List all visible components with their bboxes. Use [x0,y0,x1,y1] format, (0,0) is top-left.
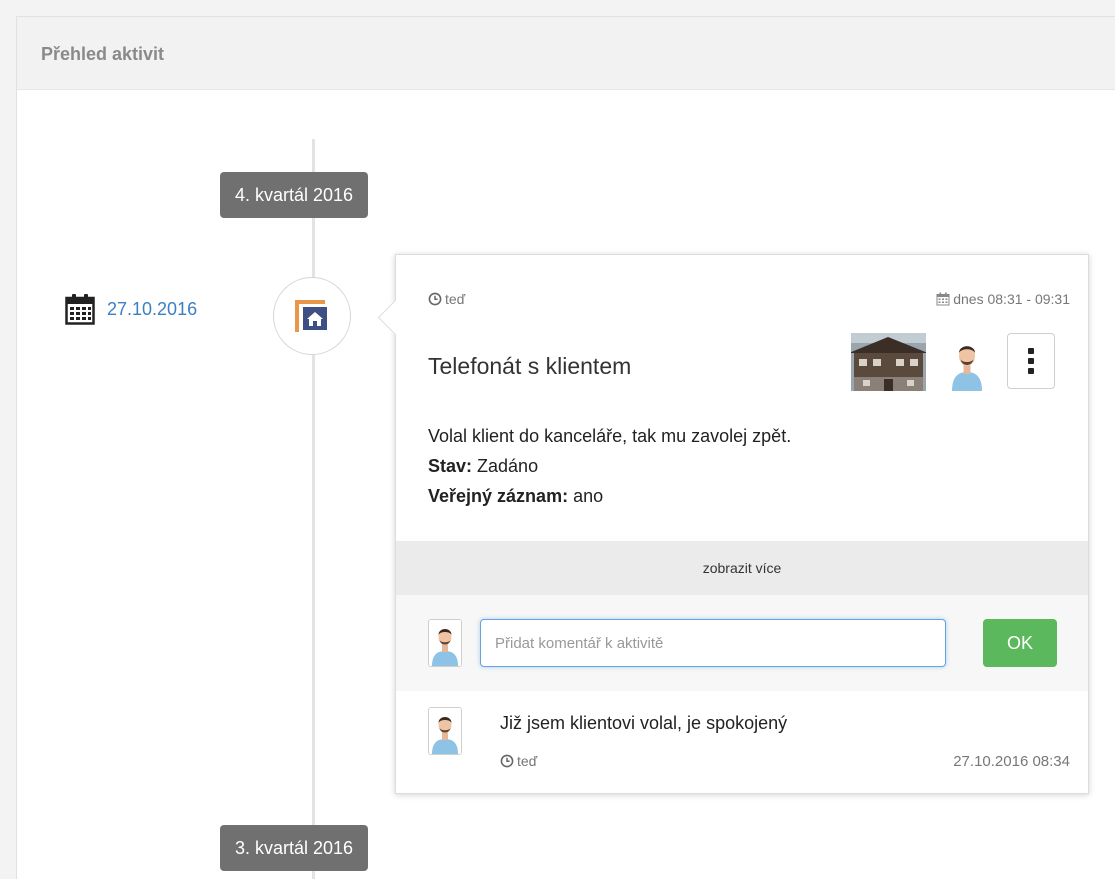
kebab-menu-icon [1028,348,1034,354]
clock-icon [500,754,514,768]
public-label: Veřejný záznam: [428,486,569,506]
status-line: Stav: Zadáno [428,451,791,481]
timeline-line [312,139,315,879]
schedule-meta: dnes 08:31 - 09:31 [936,291,1070,307]
public-value: ano [573,486,604,506]
status-value: Zadáno [477,456,539,476]
show-more-button[interactable]: zobrazit více [396,541,1088,595]
quarter-badge: 3. kvartál 2016 [220,825,369,871]
activity-menu-button[interactable] [1007,333,1055,389]
activity-panel: Přehled aktivit 4. kvartál 2016 27.10.20… [16,16,1115,879]
avatar [428,707,462,755]
property-thumbnail[interactable] [851,333,926,391]
calendar-icon [65,294,95,325]
user-avatar-icon [429,620,461,666]
public-line: Veřejný záznam: ano [428,481,791,511]
clock-icon [428,292,442,306]
activity-title: Telefonát s klientem [428,353,632,379]
panel-title: Přehled aktivit [41,44,165,64]
card-pointer [377,299,414,336]
agent-avatar[interactable] [949,335,985,391]
comment-datetime: 27.10.2016 08:34 [953,753,1070,770]
quarter-badge: 4. kvartál 2016 [220,172,369,218]
schedule-time: dnes 08:31 - 09:31 [953,291,1070,307]
calendar-icon [936,292,950,306]
activity-description: Volal klient do kanceláře, tak mu zavole… [428,426,792,446]
ok-button[interactable]: OK [983,619,1057,667]
avatar [428,619,462,667]
created-meta: teď [428,291,465,307]
house-activity-icon [295,300,327,332]
timeline-date: 27.10.2016 [65,293,197,325]
comment-text: Již jsem klientovi volal, je spokojený [500,713,788,733]
date-link[interactable]: 27.10.2016 [107,299,197,320]
comment-relative-time: teď [500,753,537,769]
user-avatar-icon [429,708,461,754]
comment-form: OK [396,595,1088,691]
comment-relative-time-text: teď [517,753,538,769]
comment-input[interactable] [480,619,946,667]
activity-type-node[interactable] [273,277,351,355]
activity-details: Volal klient do kanceláře, tak mu zavole… [428,421,791,511]
status-label: Stav: [428,456,473,476]
activity-card: teď dnes 08:31 - 09:31 Telefonát s klien… [377,254,1089,794]
created-time: teď [445,291,466,307]
panel-header: Přehled aktivit [17,17,1115,90]
